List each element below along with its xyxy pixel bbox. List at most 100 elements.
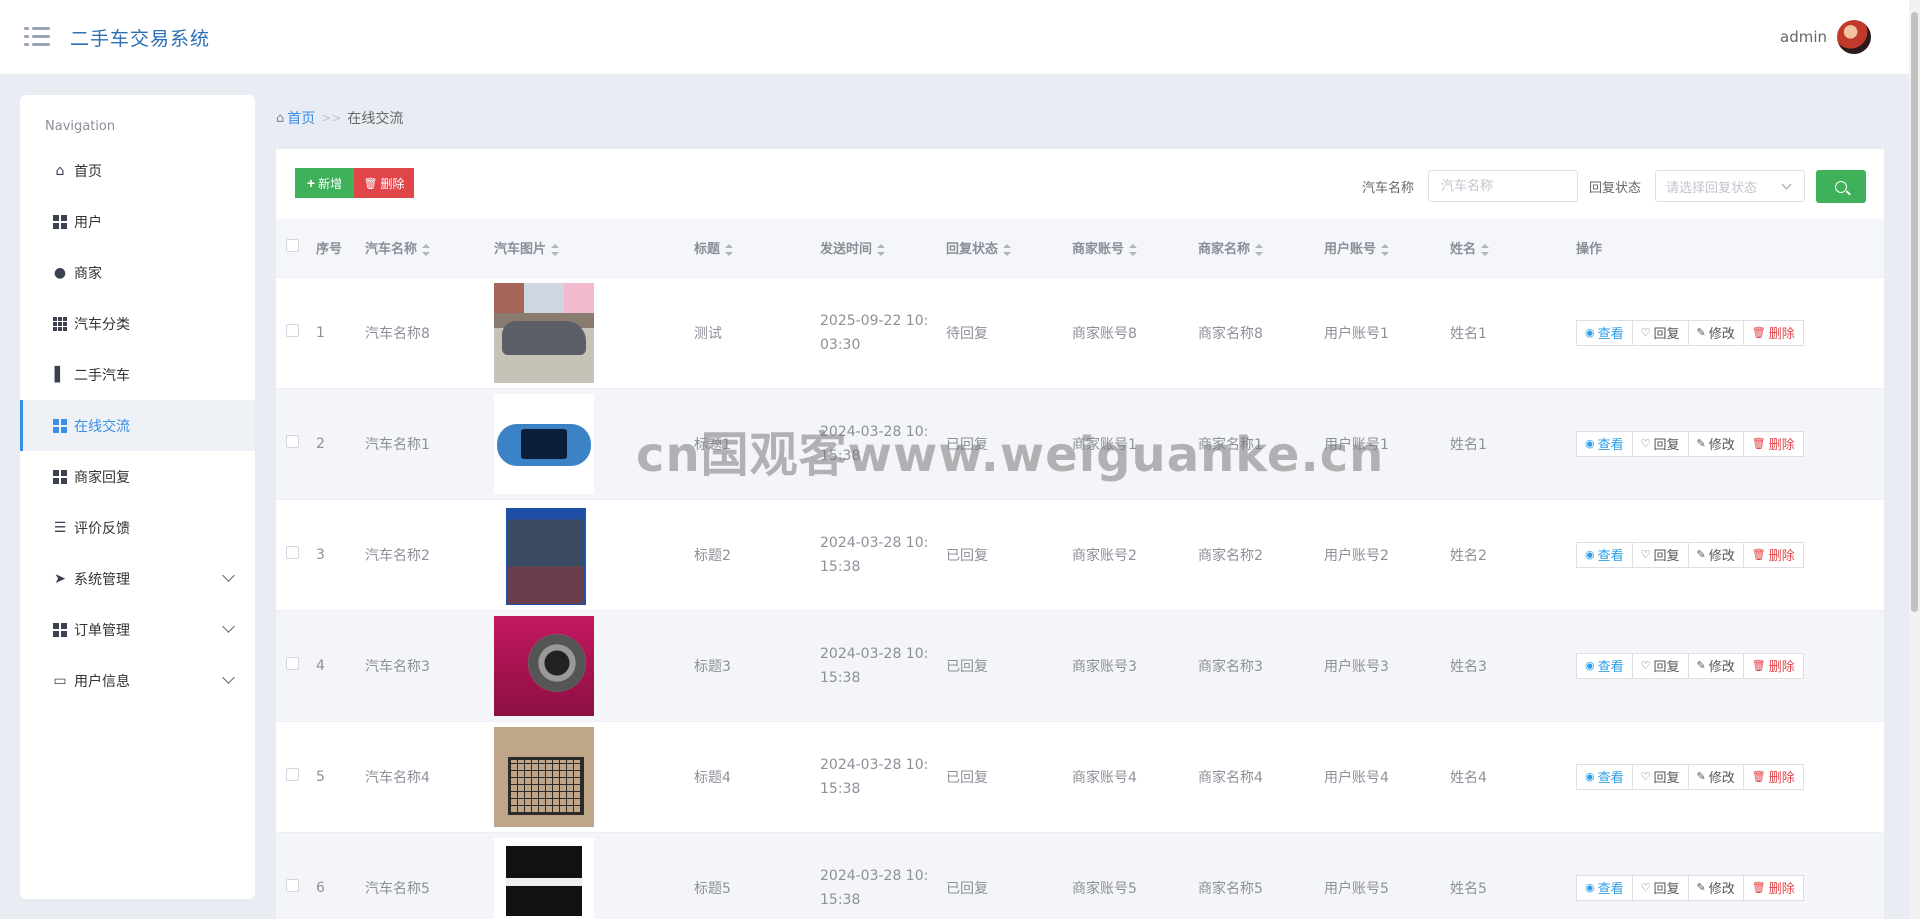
table-row[interactable]: 5 汽车名称4 标题4 2024-03-28 10: 15:38 已回复 商家账号4 商家名称…	[276, 721, 1884, 832]
car-name-search-input[interactable]	[1428, 170, 1578, 202]
menu-toggle-icon[interactable]	[24, 26, 50, 48]
sidebar-item-online-chat[interactable]: 在线交流	[20, 400, 255, 451]
list-icon: ☰	[53, 519, 67, 536]
row-checkbox[interactable]	[286, 324, 299, 337]
col-merchant-name-header[interactable]: 商家名称	[1198, 219, 1324, 277]
col-merchant-account-header[interactable]: 商家账号	[1072, 219, 1198, 277]
row-checkbox[interactable]	[286, 879, 299, 893]
edit-button[interactable]: ✎ 修改	[1687, 430, 1744, 457]
edit-button[interactable]: ✎ 修改	[1687, 652, 1744, 679]
basket-photo[interactable]	[494, 726, 594, 827]
col-reply-status-header[interactable]: 回复状态	[946, 219, 1072, 277]
send-time-date: 2024-03-28 10:	[820, 534, 929, 551]
user-menu[interactable]: admin	[1780, 20, 1871, 54]
sidebar-item-users[interactable]: 用户	[20, 196, 255, 247]
sort-icon[interactable]	[422, 243, 431, 256]
col-name-header[interactable]: 姓名	[1450, 219, 1576, 277]
edit-icon: ✎	[1696, 548, 1706, 561]
reply-button[interactable]: ♡ 回复	[1631, 430, 1689, 457]
reply-status-select[interactable]: 请选择回复状态	[1655, 170, 1805, 202]
sidebar-item-merchant-replies[interactable]: 商家回复	[20, 451, 255, 502]
handheld-console-photo[interactable]	[494, 393, 594, 494]
page-scrollbar[interactable]	[1909, 0, 1920, 919]
sort-icon[interactable]	[551, 243, 560, 256]
sort-icon[interactable]	[1255, 243, 1264, 256]
edit-button[interactable]: ✎ 修改	[1687, 874, 1744, 901]
reply-button[interactable]: ♡ 回复	[1631, 319, 1689, 346]
view-button[interactable]: ◉ 查看	[1576, 319, 1633, 346]
reply-status-filter-label: 回复状态	[1589, 181, 1642, 196]
row-checkbox[interactable]	[286, 657, 299, 670]
col-send-time-header[interactable]: 发送时间	[820, 219, 946, 277]
table-row[interactable]: 6 汽车名称5 标题5 2024-03-28 10: 15:38 已回复 商家账号5 商家名称…	[276, 832, 1884, 919]
delete-button[interactable]: 🗑 删除	[1742, 652, 1804, 679]
row-checkbox[interactable]	[286, 546, 299, 559]
table-row[interactable]: 2 汽车名称1 标题1 2024-03-28 10: 15:38 已回复 商家账号1 商家名称…	[276, 388, 1884, 499]
delete-button[interactable]: 🗑 删除	[1742, 763, 1804, 790]
view-button[interactable]: ◉ 查看	[1576, 652, 1633, 679]
breadcrumb-home[interactable]: 首页	[287, 108, 315, 128]
view-button[interactable]: ◉ 查看	[1576, 763, 1633, 790]
reply-button[interactable]: ♡ 回复	[1631, 652, 1689, 679]
sort-icon[interactable]	[877, 243, 886, 256]
sort-icon[interactable]	[1481, 243, 1490, 256]
delete-button[interactable]: 🗑 删除	[1742, 541, 1804, 568]
col-user-account-header[interactable]: 用户账号	[1324, 219, 1450, 277]
view-button[interactable]: ◉ 查看	[1576, 541, 1633, 568]
cell-index: 2	[316, 435, 325, 452]
view-button[interactable]: ◉ 查看	[1576, 430, 1633, 457]
table-row[interactable]: 4 汽车名称3 标题3 2024-03-28 10: 15:38 已回复 商家账号3 商家名称…	[276, 610, 1884, 721]
cell-user-account: 用户账号2	[1324, 547, 1389, 564]
sidebar-item-merchants[interactable]: ● 商家	[20, 247, 255, 298]
cell-car-image	[494, 499, 694, 610]
sidebar-item-orders[interactable]: 订单管理	[20, 604, 255, 655]
edit-button[interactable]: ✎ 修改	[1687, 319, 1744, 346]
batch-delete-button[interactable]: 🗑 删除	[354, 168, 414, 198]
cell-index: 6	[316, 879, 325, 896]
reply-button[interactable]: ♡ 回复	[1631, 763, 1689, 790]
sidebar-item-home[interactable]: ⌂ 首页	[20, 145, 255, 196]
col-car-name-header[interactable]: 汽车名称	[365, 219, 494, 277]
edit-button[interactable]: ✎ 修改	[1687, 763, 1744, 790]
minivan-photo[interactable]	[494, 282, 594, 383]
cell-car-name: 汽车名称5	[365, 880, 430, 897]
sort-icon[interactable]	[1003, 243, 1012, 256]
col-title-header[interactable]: 标题	[694, 219, 820, 277]
camera-photo[interactable]	[494, 615, 594, 716]
edit-button[interactable]: ✎ 修改	[1687, 541, 1744, 568]
delete-button[interactable]: 🗑 删除	[1742, 430, 1804, 457]
table-row[interactable]: 1 汽车名称8 测试 2025-09-22 10: 03:30 待回复 商家账号8 商家名称8…	[276, 277, 1884, 388]
sort-icon[interactable]	[1129, 243, 1138, 256]
sort-icon[interactable]	[725, 243, 734, 256]
search-button[interactable]	[1816, 170, 1866, 203]
add-button[interactable]: + 新增	[295, 168, 354, 198]
delete-button[interactable]: 🗑 删除	[1742, 319, 1804, 346]
game-box-photo[interactable]	[494, 504, 594, 605]
view-button[interactable]: ◉ 查看	[1576, 874, 1633, 901]
home-icon: ⌂	[55, 162, 65, 179]
sidebar-item-system[interactable]: ➤ 系统管理	[20, 553, 255, 604]
delete-button[interactable]: 🗑 删除	[1742, 874, 1804, 901]
cell-user-account: 用户账号1	[1324, 436, 1389, 453]
col-car-image-header[interactable]: 汽车图片	[494, 219, 694, 277]
reply-button[interactable]: ♡ 回复	[1631, 541, 1689, 568]
sidebar-item-used-cars[interactable]: ▌ 二手汽车	[20, 349, 255, 400]
select-all-checkbox[interactable]	[286, 239, 299, 253]
sidebar-item-car-categories[interactable]: 汽车分类	[20, 298, 255, 349]
cell-merchant-account: 商家账号8	[1072, 325, 1137, 342]
sidebar-item-user-info[interactable]: ▭ 用户信息	[20, 655, 255, 706]
avatar[interactable]	[1837, 20, 1871, 54]
piano-photo[interactable]	[494, 837, 594, 919]
cell-reply-status: 已回复	[946, 880, 988, 897]
sidebar-item-feedback[interactable]: ☰ 评价反馈	[20, 502, 255, 553]
scrollbar-thumb[interactable]	[1911, 12, 1918, 612]
table-row[interactable]: 3 汽车名称2 标题2 2024-03-28 10: 15:38 已回复 商家账号2 商家名称…	[276, 499, 1884, 610]
sort-icon[interactable]	[1381, 243, 1390, 256]
row-checkbox[interactable]	[286, 435, 299, 448]
send-time-date: 2025-09-22 10:	[820, 312, 929, 329]
row-checkbox[interactable]	[286, 768, 299, 781]
cell-name: 姓名3	[1450, 658, 1487, 675]
sidebar-item-label: 首页	[74, 163, 102, 180]
cell-car-name: 汽车名称1	[365, 436, 430, 453]
reply-button[interactable]: ♡ 回复	[1631, 874, 1689, 901]
